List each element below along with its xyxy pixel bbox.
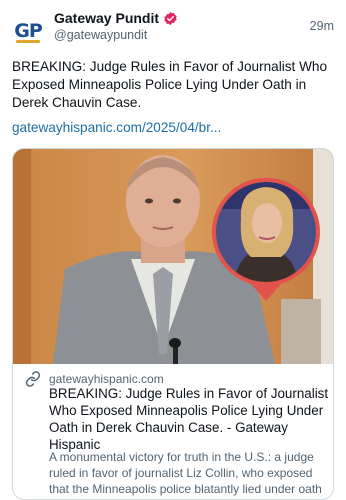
avatar-logo: GP: [14, 20, 43, 42]
card-description: A monumental victory for truth in the U.…: [49, 450, 322, 496]
link-icon: [25, 371, 41, 387]
post-link[interactable]: gatewayhispanic.com/2025/04/br...: [12, 120, 221, 135]
card-image[interactable]: [13, 149, 333, 364]
author-name-row: Gateway Pundit: [54, 10, 178, 26]
avatar-swoosh: [16, 40, 40, 43]
card-domain: gatewayhispanic.com: [49, 372, 164, 386]
link-preview-card[interactable]: gatewayhispanic.com BREAKING: Judge Rule…: [12, 148, 334, 500]
author-display-name[interactable]: Gateway Pundit: [54, 10, 159, 26]
avatar[interactable]: GP: [12, 10, 44, 43]
card-title[interactable]: BREAKING: Judge Rules in Favor of Journa…: [49, 385, 329, 453]
verified-badge-icon: [164, 11, 177, 25]
post-text: BREAKING: Judge Rules in Favor of Journa…: [12, 59, 328, 110]
author-handle[interactable]: @gatewaypundit: [54, 28, 147, 42]
post-timestamp[interactable]: 29m: [310, 19, 334, 33]
